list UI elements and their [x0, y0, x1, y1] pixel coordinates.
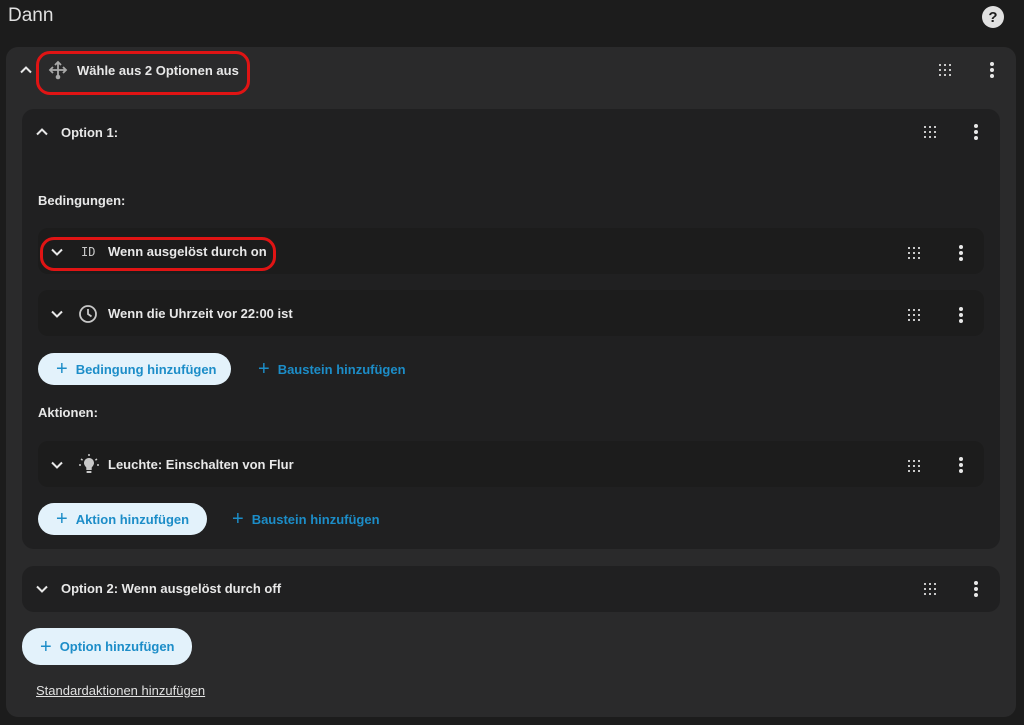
chevron-up-icon[interactable]: [19, 63, 33, 77]
more-menu-icon[interactable]: [987, 61, 997, 79]
chevron-down-icon[interactable]: [50, 245, 64, 259]
add-block-button[interactable]: + Baustein hinzufügen: [258, 358, 406, 380]
plus-icon: +: [56, 508, 68, 530]
chevron-down-icon[interactable]: [50, 307, 64, 321]
add-block-button[interactable]: + Baustein hinzufügen: [232, 508, 380, 530]
plus-icon: +: [40, 635, 52, 658]
drag-handle-icon[interactable]: [923, 582, 937, 596]
add-block-label: Baustein hinzufügen: [251, 511, 380, 527]
option-1-title: Option 1:: [61, 125, 119, 140]
help-icon[interactable]: ?: [982, 6, 1004, 28]
lightbulb-icon: [78, 453, 100, 475]
add-option-label: Option hinzufügen: [59, 639, 175, 654]
default-actions-link[interactable]: Standardaktionen hinzufügen: [36, 683, 205, 698]
drag-handle-icon[interactable]: [907, 308, 921, 322]
add-condition-button[interactable]: + Bedingung hinzufügen: [38, 353, 231, 385]
add-action-label: Aktion hinzufügen: [75, 511, 190, 527]
more-menu-icon[interactable]: [956, 456, 966, 474]
condition-label: Wenn die Uhrzeit vor 22:00 ist: [108, 306, 293, 321]
page-title: Dann: [8, 5, 54, 26]
chevron-down-icon[interactable]: [50, 458, 64, 472]
clock-icon: [78, 304, 98, 324]
more-menu-icon[interactable]: [956, 244, 966, 262]
drag-handle-icon[interactable]: [907, 246, 921, 260]
add-option-button[interactable]: + Option hinzufügen: [22, 628, 192, 665]
chevron-up-icon[interactable]: [35, 125, 49, 139]
trigger-id-icon: ID: [81, 245, 96, 259]
actions-label: Aktionen:: [38, 405, 98, 420]
chevron-down-icon[interactable]: [35, 582, 49, 596]
more-menu-icon[interactable]: [971, 580, 981, 598]
plus-icon: +: [258, 358, 270, 380]
conditions-label: Bedingungen:: [38, 193, 126, 208]
more-menu-icon[interactable]: [956, 306, 966, 324]
add-condition-label: Bedingung hinzufügen: [75, 361, 217, 377]
option-2-title: Option 2: Wenn ausgelöst durch off: [61, 581, 282, 596]
plus-icon: +: [56, 358, 68, 380]
add-block-label: Baustein hinzufügen: [277, 361, 406, 377]
more-menu-icon[interactable]: [971, 123, 981, 141]
drag-handle-icon[interactable]: [938, 63, 952, 77]
plus-icon: +: [232, 508, 244, 530]
shuffle-arrows-icon: [47, 59, 69, 81]
choose-block-title: Wähle aus 2 Optionen aus: [77, 63, 239, 78]
add-action-button[interactable]: + Aktion hinzufügen: [38, 503, 207, 535]
action-label: Leuchte: Einschalten von Flur: [108, 457, 294, 472]
drag-handle-icon[interactable]: [907, 459, 921, 473]
drag-handle-icon[interactable]: [923, 125, 937, 139]
condition-label: Wenn ausgelöst durch on: [108, 244, 267, 259]
